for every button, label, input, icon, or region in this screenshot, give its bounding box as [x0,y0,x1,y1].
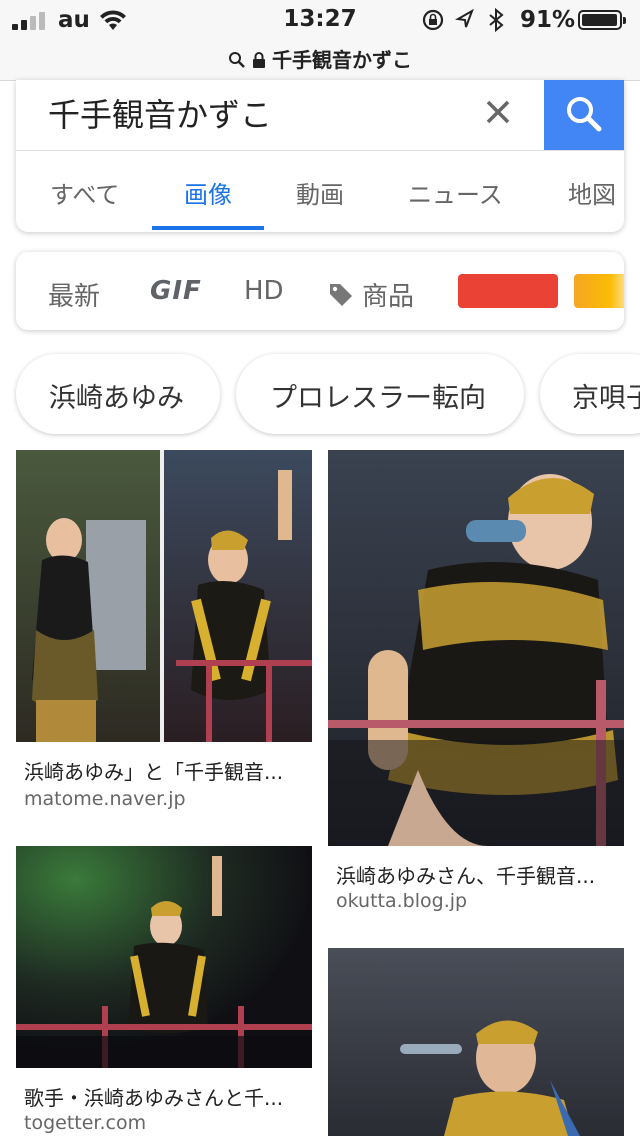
result-domain: okutta.blog.jp [336,890,468,912]
result-image[interactable] [328,450,624,846]
filter-gif[interactable]: GIF [150,276,202,306]
color-filter-red[interactable] [458,274,558,308]
filter-newest[interactable]: 最新 [48,276,100,313]
tab-images[interactable]: 画像 [184,175,232,210]
tag-icon [330,284,352,306]
filter-products[interactable]: 商品 [328,276,414,313]
rotation-lock-icon [422,9,444,31]
result-image[interactable] [16,450,312,742]
result-title[interactable]: 浜崎あゆみさん、千手観音... [336,860,595,889]
clear-button[interactable] [482,96,514,128]
result-domain: togetter.com [24,1112,147,1134]
search-tabs: すべて 画像 動画 ニュース 地図 [16,151,624,232]
status-bar: au 13:27 91% [0,0,640,40]
color-filter-orange[interactable] [574,274,624,308]
tab-videos[interactable]: 動画 [296,175,344,210]
tab-news[interactable]: ニュース [408,175,503,210]
chip-related-3[interactable]: 京唄子 [540,354,640,434]
tab-all[interactable]: すべて [50,175,119,210]
search-button[interactable] [544,80,624,150]
search-input[interactable]: 千手観音かずこ [48,90,272,136]
chip-related-2[interactable]: プロレスラー転向 [236,354,524,434]
result-title[interactable]: 歌手・浜崎あゆみさんと千... [24,1082,283,1111]
chip-related-1[interactable]: 浜崎あゆみ [16,354,220,434]
search-icon [567,97,602,132]
close-icon [486,100,510,124]
status-icons [422,7,514,36]
battery-icon [578,10,626,30]
tab-maps[interactable]: 地図 [568,175,616,210]
result-domain: matome.naver.jp [24,788,186,810]
bluetooth-icon [489,7,504,33]
filter-products-label: 商品 [362,282,415,312]
result-title[interactable]: 浜崎あゆみ」と「千手観音... [24,756,283,785]
result-image[interactable] [16,846,312,1068]
location-icon [454,8,474,28]
battery-percent: 91% [520,7,576,33]
search-box: 千手観音かずこ すべて 画像 動画 ニュース 地図 [16,80,624,232]
search-icon [228,50,246,74]
result-image[interactable] [328,948,624,1136]
lock-icon [252,50,266,74]
address-bar[interactable]: 千手観音かずこ [0,40,640,81]
active-tab-indicator [152,226,264,230]
filter-bar: 最新 GIF HD 商品 [16,252,624,330]
filter-hd[interactable]: HD [244,276,284,306]
url-text: 千手観音かずこ [272,48,412,72]
